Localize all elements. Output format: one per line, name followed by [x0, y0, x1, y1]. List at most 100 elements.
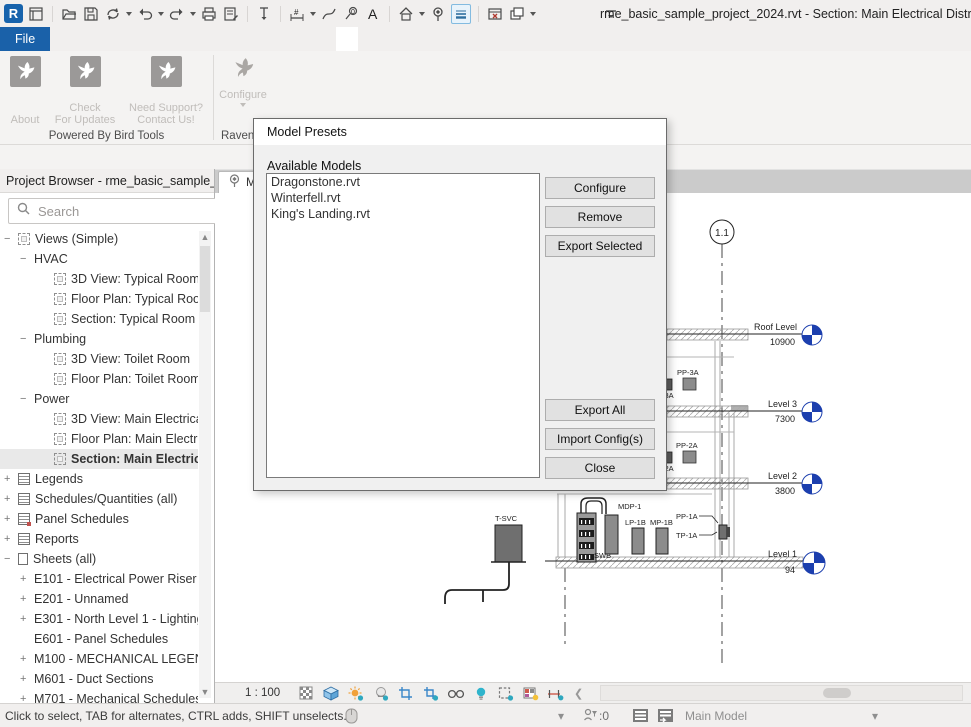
about-button[interactable]: About	[4, 56, 46, 126]
open-icon[interactable]	[60, 5, 78, 23]
project-browser-title[interactable]: Project Browser - rme_basic_sample_p...	[0, 169, 214, 193]
revit-logo-icon[interactable]: R	[4, 4, 23, 23]
visual-style-icon[interactable]	[322, 685, 339, 701]
dialog-button[interactable]: Export Selected	[545, 235, 655, 257]
scroll-thumb[interactable]	[200, 246, 210, 312]
ribbon-tab[interactable]	[72, 27, 94, 51]
tree-expander[interactable]: +	[4, 533, 18, 545]
tree-expander[interactable]: −	[20, 253, 34, 265]
tree-item[interactable]: − Views (Simple)	[0, 229, 198, 249]
dialog-title[interactable]: Model Presets	[254, 119, 666, 145]
scroll-down-icon[interactable]: ▼	[199, 686, 211, 698]
search-box[interactable]	[8, 198, 217, 224]
tree-item[interactable]: + E301 - North Level 1 - Lighting	[0, 609, 198, 629]
worksets-icon[interactable]	[632, 704, 649, 727]
status-chevron-icon[interactable]: ▾	[558, 704, 564, 727]
tree-item[interactable]: + E201 - Unnamed	[0, 589, 198, 609]
scroll-up-icon[interactable]: ▲	[199, 231, 211, 243]
tree-expander[interactable]: +	[4, 473, 18, 485]
ribbon-tab[interactable]	[138, 27, 160, 51]
tree-expander[interactable]: +	[4, 493, 18, 505]
panel-pp1a-tp1a[interactable]	[719, 525, 727, 539]
edit-sheet-icon[interactable]	[222, 5, 240, 23]
ribbon-tab[interactable]	[226, 27, 248, 51]
ribbon-tab[interactable]	[50, 27, 72, 51]
configure-button[interactable]: Configure	[215, 56, 271, 126]
tree-item[interactable]: Floor Plan: Main Electric	[0, 429, 198, 449]
view-scale[interactable]: 1 : 100	[245, 687, 297, 699]
reveal-hidden-lightbulb-icon[interactable]	[472, 685, 489, 701]
tree-expander[interactable]: +	[20, 673, 34, 685]
panel-pp2a[interactable]	[683, 451, 696, 463]
tab-file[interactable]: File	[0, 27, 50, 51]
tree-item[interactable]: − Power	[0, 389, 198, 409]
undo-dropdown-icon[interactable]	[158, 12, 164, 16]
panel-pp3a[interactable]	[683, 378, 696, 390]
ribbon-tab[interactable]	[182, 27, 204, 51]
switch-windows-icon[interactable]	[508, 5, 526, 23]
ribbon-tab[interactable]	[314, 27, 336, 51]
detail-level-icon[interactable]	[297, 685, 314, 701]
tree-expander[interactable]: +	[4, 513, 18, 525]
temporary-view-properties-icon[interactable]	[497, 685, 514, 701]
tree-item[interactable]: + M701 - Mechanical Schedules	[0, 689, 198, 703]
ribbon-tab[interactable]	[160, 27, 182, 51]
tree-item[interactable]: + Schedules/Quantities (all)	[0, 489, 198, 509]
tree-expander[interactable]: −	[20, 333, 34, 345]
tree-expander[interactable]: −	[4, 233, 18, 245]
section-icon[interactable]	[429, 5, 447, 23]
shadows-icon[interactable]	[372, 685, 389, 701]
dialog-button[interactable]: Import Config(s)	[545, 428, 655, 450]
tree-scrollbar[interactable]: ▲ ▼	[199, 231, 211, 698]
ribbon-tab[interactable]	[116, 27, 138, 51]
available-models-list[interactable]: Dragonstone.rvtWinterfell.rvtKing's Land…	[266, 173, 540, 478]
properties-palette-icon[interactable]	[27, 5, 45, 23]
reveal-constraints-icon[interactable]	[547, 685, 564, 701]
tree-expander[interactable]: +	[20, 593, 34, 605]
crop-view-icon[interactable]	[397, 685, 414, 701]
text-icon[interactable]: A	[364, 5, 382, 23]
tree-item[interactable]: + Reports	[0, 529, 198, 549]
tree-item[interactable]: Section: Typical Room V	[0, 309, 198, 329]
dialog-button[interactable]: Close	[545, 457, 655, 479]
ribbon-tab[interactable]	[292, 27, 314, 51]
dialog-button[interactable]: Configure	[545, 177, 655, 199]
undo-icon[interactable]	[136, 5, 154, 23]
support-button[interactable]: Need Support? Contact Us!	[124, 56, 208, 126]
tree-item[interactable]: + Panel Schedules	[0, 509, 198, 529]
tree-expander[interactable]: +	[20, 693, 34, 703]
horizontal-scrollbar[interactable]	[600, 685, 963, 701]
tree-item[interactable]: + E101 - Electrical Power Riser D	[0, 569, 198, 589]
dialog-button[interactable]: Remove	[545, 206, 655, 228]
close-inactive-windows-icon[interactable]	[486, 5, 504, 23]
hscroll-thumb[interactable]	[823, 688, 851, 698]
vcb-collapse-chevron[interactable]: ❮	[574, 687, 583, 700]
ribbon-tab[interactable]	[336, 27, 358, 51]
synchronize-icon[interactable]	[104, 5, 122, 23]
status-chevron2-icon[interactable]: ▾	[872, 704, 878, 727]
search-input[interactable]	[36, 203, 216, 220]
model-list-item[interactable]: King's Landing.rvt	[267, 206, 539, 222]
tree-item[interactable]: − Plumbing	[0, 329, 198, 349]
tag-icon[interactable]: 0	[342, 5, 360, 23]
check-updates-button[interactable]: Check For Updates	[51, 56, 119, 126]
dimension-dropdown-icon[interactable]	[310, 12, 316, 16]
switch-windows-dropdown-icon[interactable]	[530, 12, 536, 16]
tree-item[interactable]: + Legends	[0, 469, 198, 489]
worksharing-display-icon[interactable]	[522, 685, 539, 701]
ribbon-tab[interactable]	[94, 27, 116, 51]
panel-lp1b[interactable]	[632, 528, 644, 554]
show-crop-region-icon[interactable]	[422, 685, 439, 701]
temporary-hide-isolate-glasses-icon[interactable]	[447, 685, 464, 701]
panel-mdp1[interactable]	[605, 515, 618, 554]
ribbon-tab[interactable]	[270, 27, 292, 51]
save-icon[interactable]	[82, 5, 100, 23]
default-3d-view-icon[interactable]	[397, 5, 415, 23]
tree-expander[interactable]: +	[20, 613, 34, 625]
tree-expander[interactable]: +	[20, 573, 34, 585]
tree-item[interactable]: Section: Main Electrical	[0, 449, 198, 469]
sun-path-icon[interactable]	[347, 685, 364, 701]
3d-view-dropdown-icon[interactable]	[419, 12, 425, 16]
sync-dropdown-icon[interactable]	[126, 12, 132, 16]
model-line-icon[interactable]	[320, 5, 338, 23]
